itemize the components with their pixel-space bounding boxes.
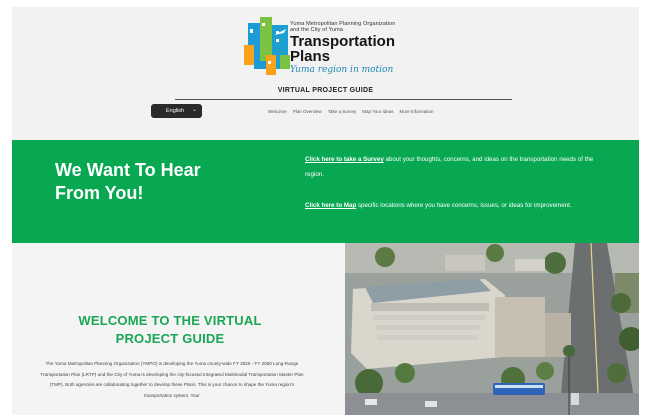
hero-heading-line1: We Want To Hear xyxy=(55,160,201,180)
logo-org-text: Yuma Metropolitan Planning Organization … xyxy=(290,21,395,33)
page: Yuma Metropolitan Planning Organization … xyxy=(12,7,639,415)
language-selected-value: English xyxy=(166,108,185,114)
survey-link[interactable]: Click here to take a Survey xyxy=(305,156,384,163)
guide-title: VIRTUAL PROJECT GUIDE xyxy=(277,87,374,94)
welcome-title-line2: PROJECT GUIDE xyxy=(115,331,225,346)
logo-title-line2: Plans xyxy=(290,48,331,65)
logo-tagline: Yuma region in motion xyxy=(290,65,394,75)
map-link[interactable]: Click here to Map xyxy=(305,202,356,209)
header-divider xyxy=(175,99,512,100)
hero-heading: We Want To Hear From You! xyxy=(55,159,235,205)
site-logo[interactable]: Yuma Metropolitan Planning Organization … xyxy=(240,15,436,77)
logo-title: Transportation Plans xyxy=(290,34,395,64)
map-text: specific locations where you have concer… xyxy=(356,202,572,209)
hero-heading-line2: From You! xyxy=(55,183,144,203)
survey-callout: Click here to take a Survey about your t… xyxy=(305,152,595,182)
nav-plan-overview[interactable]: Plan Overview xyxy=(293,109,322,114)
nav-more-information[interactable]: More Information xyxy=(400,109,434,114)
language-select[interactable]: English ⌄ xyxy=(151,104,202,118)
hero-banner: We Want To Hear From You! Click here to … xyxy=(12,140,639,243)
welcome-body-text: The Yuma Metropolitan Planning Organizat… xyxy=(40,361,304,398)
chevron-down-icon: ⌄ xyxy=(191,107,197,113)
main-nav: Welcome Plan Overview Take a Survey Map … xyxy=(268,109,434,114)
welcome-title-line1: WELCOME TO THE VIRTUAL xyxy=(78,313,262,328)
nav-take-a-survey[interactable]: Take a Survey xyxy=(328,109,357,114)
welcome-section: WELCOME TO THE VIRTUAL PROJECT GUIDE The… xyxy=(12,243,345,415)
logo-title-line1: Transportation xyxy=(290,33,396,50)
map-callout: Click here to Map specific locations whe… xyxy=(305,198,595,213)
yuma-aerial-photo xyxy=(345,243,639,415)
nav-map-your-ideas[interactable]: Map Your Ideas xyxy=(362,109,393,114)
welcome-title: WELCOME TO THE VIRTUAL PROJECT GUIDE xyxy=(32,312,308,348)
nav-welcome[interactable]: Welcome xyxy=(268,109,287,114)
